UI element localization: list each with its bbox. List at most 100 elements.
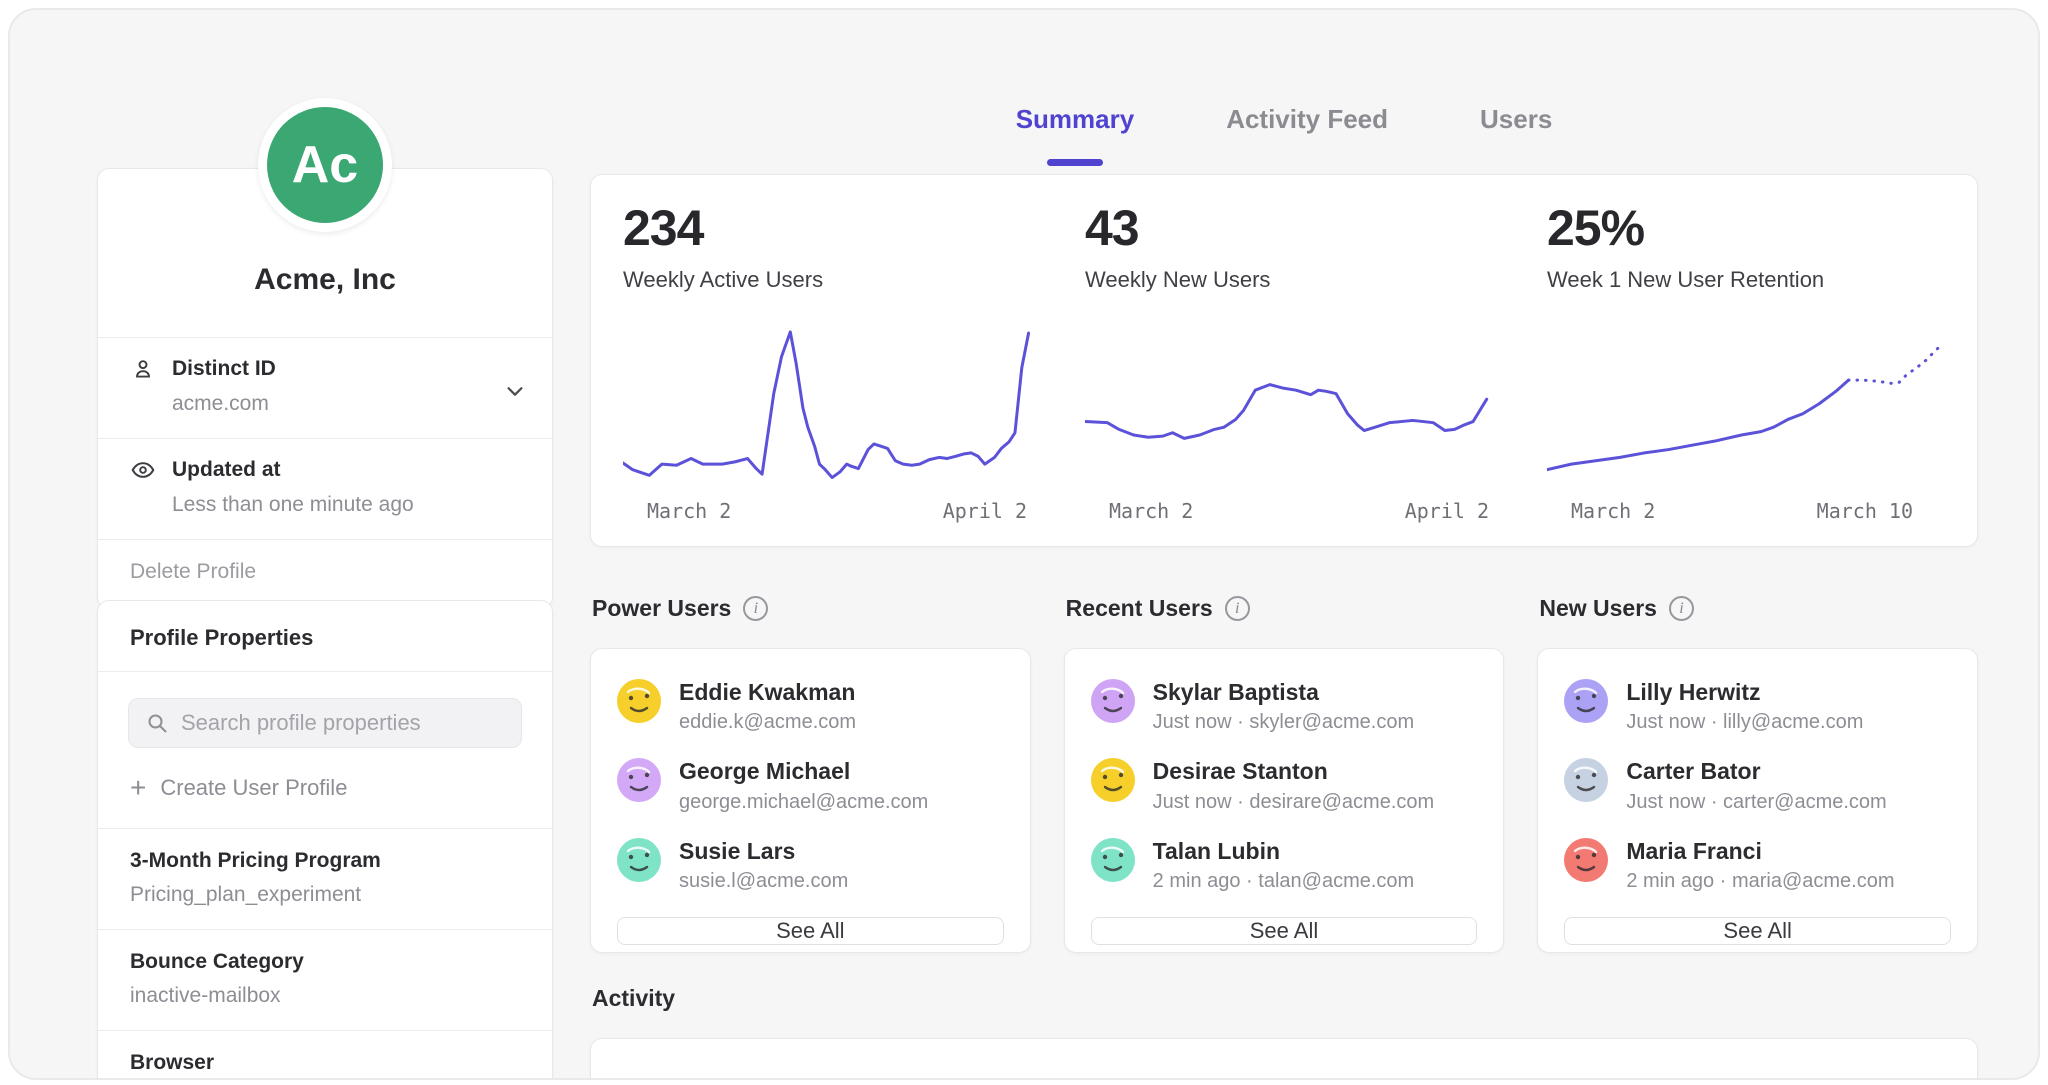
company-avatar: Ac bbox=[258, 98, 392, 232]
user-name: Maria Franci bbox=[1626, 838, 1894, 864]
activity-title: Activity bbox=[592, 985, 675, 1012]
info-icon[interactable]: i bbox=[1669, 596, 1694, 621]
activity-stat-value: 3.4k bbox=[1547, 1079, 1977, 1080]
see-all-button[interactable]: See All bbox=[1564, 917, 1951, 945]
face-icon bbox=[1564, 838, 1608, 882]
create-user-profile-label: Create User Profile bbox=[160, 775, 347, 801]
tab-summary[interactable]: Summary bbox=[1016, 104, 1135, 170]
search-input[interactable] bbox=[181, 710, 505, 736]
user-subtitle: Just now · carter@acme.com bbox=[1626, 791, 1886, 814]
user-name: Talan Lubin bbox=[1153, 838, 1415, 864]
user-subtitle: 2 min ago · talan@acme.com bbox=[1153, 870, 1415, 893]
search-icon bbox=[145, 711, 169, 735]
user-name: Carter Bator bbox=[1626, 758, 1886, 784]
profile-properties-search[interactable] bbox=[128, 698, 522, 748]
tick-label: March 2 bbox=[1571, 499, 1655, 523]
stat-weekly-new-users: 43 Weekly New Users March 2 April 2 bbox=[1053, 175, 1515, 546]
user-avatar bbox=[617, 679, 661, 723]
user-avatar bbox=[1564, 679, 1608, 723]
power-users-card: Eddie Kwakman eddie.k@acme.com George Mi… bbox=[590, 648, 1031, 953]
tab-users[interactable]: Users bbox=[1480, 104, 1552, 170]
tick-label: April 2 bbox=[943, 499, 1027, 523]
recent-users-section: Recent Users i Skylar Baptista Just now … bbox=[1064, 595, 1505, 953]
new-users-card: Lilly Herwitz Just now · lilly@acme.com … bbox=[1537, 648, 1978, 953]
user-subtitle: eddie.k@acme.com bbox=[679, 711, 856, 734]
face-icon bbox=[1091, 679, 1135, 723]
user-name: Desirae Stanton bbox=[1153, 758, 1435, 784]
property-row[interactable]: 3-Month Pricing Program Pricing_plan_exp… bbox=[98, 828, 552, 929]
property-row[interactable]: Bounce Category inactive-mailbox bbox=[98, 929, 552, 1030]
see-all-button[interactable]: See All bbox=[1091, 917, 1478, 945]
weekly-new-users-chart bbox=[1085, 323, 1494, 491]
week1-retention-chart bbox=[1547, 323, 1956, 491]
see-all-button[interactable]: See All bbox=[617, 917, 1004, 945]
chevron-down-icon[interactable] bbox=[504, 380, 526, 402]
stat-value: 43 bbox=[1085, 199, 1515, 257]
user-row[interactable]: Talan Lubin 2 min ago · talan@acme.com bbox=[1091, 838, 1478, 893]
stat-value: 25% bbox=[1547, 199, 1977, 257]
delete-profile-button[interactable]: Delete Profile bbox=[98, 539, 552, 608]
x-axis-ticks: March 2 April 2 bbox=[1085, 491, 1515, 523]
user-subtitle: Just now · lilly@acme.com bbox=[1626, 711, 1863, 734]
user-name: Skylar Baptista bbox=[1153, 679, 1414, 705]
summary-stats-card: 234 Weekly Active Users March 2 April 2 … bbox=[590, 174, 1978, 547]
updated-at-row: Updated at Less than one minute ago bbox=[98, 438, 552, 539]
user-row[interactable]: Maria Franci 2 min ago · maria@acme.com bbox=[1564, 838, 1951, 893]
user-row[interactable]: Desirae Stanton Just now · desirare@acme… bbox=[1091, 758, 1478, 813]
user-name: Eddie Kwakman bbox=[679, 679, 856, 705]
face-icon bbox=[1564, 758, 1608, 802]
user-row[interactable]: Eddie Kwakman eddie.k@acme.com bbox=[617, 679, 1004, 734]
property-label: Browser bbox=[130, 1051, 520, 1075]
user-row[interactable]: Lilly Herwitz Just now · lilly@acme.com bbox=[1564, 679, 1951, 734]
distinct-id-row[interactable]: Distinct ID acme.com bbox=[98, 337, 552, 438]
info-icon[interactable]: i bbox=[743, 596, 768, 621]
profile-card: Acme, Inc Distinct ID acme.com bbox=[97, 168, 553, 609]
user-avatar bbox=[617, 758, 661, 802]
plus-icon: + bbox=[130, 774, 146, 802]
activity-card: 234 240 3.4k bbox=[590, 1038, 1978, 1080]
tab-activity-feed[interactable]: Activity Feed bbox=[1226, 104, 1388, 170]
stat-label: Weekly Active Users bbox=[623, 267, 1053, 293]
recent-users-card: Skylar Baptista Just now · skyler@acme.c… bbox=[1064, 648, 1505, 953]
property-label: Bounce Category bbox=[130, 950, 520, 974]
x-axis-ticks: March 2 April 2 bbox=[623, 491, 1053, 523]
user-subtitle: 2 min ago · maria@acme.com bbox=[1626, 870, 1894, 893]
tick-label: March 2 bbox=[647, 499, 731, 523]
property-row[interactable]: Browser Chrome bbox=[98, 1030, 552, 1080]
stat-label: Weekly New Users bbox=[1085, 267, 1515, 293]
face-icon bbox=[1091, 758, 1135, 802]
user-row[interactable]: Skylar Baptista Just now · skyler@acme.c… bbox=[1091, 679, 1478, 734]
property-label: 3-Month Pricing Program bbox=[130, 849, 520, 873]
updated-at-value: Less than one minute ago bbox=[172, 493, 522, 517]
create-user-profile-button[interactable]: + Create User Profile bbox=[130, 774, 520, 802]
user-row[interactable]: Susie Lars susie.l@acme.com bbox=[617, 838, 1004, 893]
main-content: Summary Activity Feed Users 234 Weekly A… bbox=[590, 10, 1978, 170]
profile-properties-card: Profile Properties + Create User Profile… bbox=[97, 600, 553, 1080]
user-name: Susie Lars bbox=[679, 838, 848, 864]
stat-week1-retention: 25% Week 1 New User Retention March 2 Ma… bbox=[1515, 175, 1977, 546]
stat-value: 234 bbox=[623, 199, 1053, 257]
app-window: Ac Acme, Inc Distinct ID acme.com bbox=[8, 8, 2040, 1080]
face-icon bbox=[1564, 679, 1608, 723]
user-subtitle: susie.l@acme.com bbox=[679, 870, 848, 893]
stat-weekly-active-users: 234 Weekly Active Users March 2 April 2 bbox=[591, 175, 1053, 546]
face-icon bbox=[617, 838, 661, 882]
user-row[interactable]: George Michael george.michael@acme.com bbox=[617, 758, 1004, 813]
distinct-id-value: acme.com bbox=[172, 392, 522, 416]
info-icon[interactable]: i bbox=[1225, 596, 1250, 621]
face-icon bbox=[617, 758, 661, 802]
user-avatar bbox=[1091, 679, 1135, 723]
user-subtitle: Just now · skyler@acme.com bbox=[1153, 711, 1414, 734]
property-value: inactive-mailbox bbox=[130, 984, 520, 1008]
activity-stat-value: 240 bbox=[1085, 1079, 1515, 1080]
user-avatar bbox=[1091, 758, 1135, 802]
stat-label: Week 1 New User Retention bbox=[1547, 267, 1977, 293]
person-icon bbox=[130, 356, 156, 382]
user-name: Lilly Herwitz bbox=[1626, 679, 1863, 705]
user-row[interactable]: Carter Bator Just now · carter@acme.com bbox=[1564, 758, 1951, 813]
tick-label: April 2 bbox=[1405, 499, 1489, 523]
x-axis-ticks: March 2 March 10 bbox=[1547, 491, 1977, 523]
user-subtitle: george.michael@acme.com bbox=[679, 791, 928, 814]
user-avatar bbox=[1091, 838, 1135, 882]
user-subtitle: Just now · desirare@acme.com bbox=[1153, 791, 1435, 814]
